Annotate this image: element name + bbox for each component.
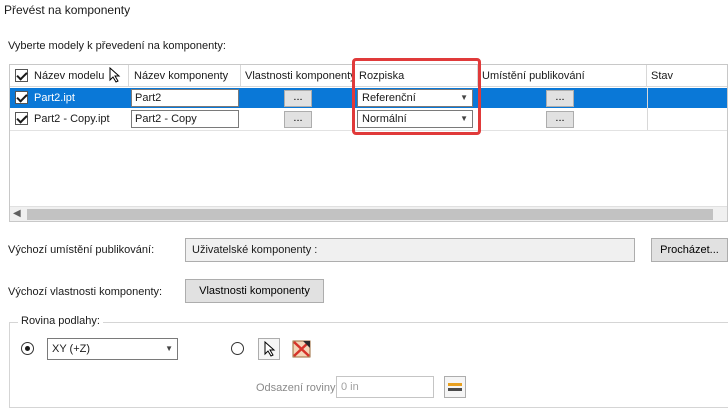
col-component-name[interactable]: Název komponenty: [130, 65, 241, 87]
row-checkbox[interactable]: [15, 112, 28, 125]
measure-button[interactable]: [444, 376, 466, 398]
publish-location-button[interactable]: ...: [546, 111, 574, 128]
column-divider: [647, 88, 648, 130]
col-status[interactable]: Stav: [647, 65, 728, 87]
offset-input[interactable]: 0 in: [336, 376, 434, 398]
offset-label: Odsazení roviny: [256, 382, 336, 394]
measure-icon: [448, 383, 462, 391]
cursor-icon: [109, 67, 121, 83]
component-props-button[interactable]: ...: [284, 111, 312, 128]
component-props-label: Výchozí vlastnosti komponenty:: [8, 286, 163, 298]
cursor-icon: [264, 340, 276, 357]
col-publish-location[interactable]: Umístění publikování: [478, 65, 647, 87]
plane-select[interactable]: XY (+Z) ▼: [47, 338, 178, 360]
publish-location-label: Výchozí umístění publikování:: [8, 244, 155, 256]
flip-plane-icon: [292, 340, 311, 358]
plane-preset-radio[interactable]: [21, 342, 34, 355]
dialog-subtitle: Vyberte modely k převedení na komponenty…: [8, 40, 226, 52]
component-name-input[interactable]: Part2 - Copy: [131, 110, 239, 128]
publish-location-button[interactable]: ...: [546, 90, 574, 107]
floor-plane-label: Rovina podlahy:: [18, 315, 103, 327]
highlight-box: [352, 58, 481, 135]
component-name-input[interactable]: Part2: [131, 89, 239, 107]
scroll-thumb[interactable]: [27, 209, 713, 220]
component-props-default-button[interactable]: Vlastnosti komponenty: [185, 279, 324, 303]
col-model-name[interactable]: Název modelu: [10, 65, 129, 87]
browse-button[interactable]: Procházet...: [651, 238, 728, 262]
pick-plane-button[interactable]: [258, 338, 280, 360]
component-props-button[interactable]: ...: [284, 90, 312, 107]
horizontal-scrollbar[interactable]: ◀: [10, 206, 727, 221]
plane-custom-radio[interactable]: [231, 342, 244, 355]
chevron-down-icon: ▼: [165, 344, 173, 353]
select-all-checkbox[interactable]: [15, 69, 28, 82]
scroll-left-icon[interactable]: ◀: [13, 208, 21, 219]
row-checkbox[interactable]: [15, 91, 28, 104]
col-component-props[interactable]: Vlastnosti komponenty: [241, 65, 355, 87]
flip-plane-button[interactable]: [291, 338, 313, 360]
model-name: Part2.ipt: [34, 92, 75, 104]
publish-location-field[interactable]: Uživatelské komponenty :: [185, 238, 635, 262]
dialog-title: Převést na komponenty: [4, 3, 131, 17]
model-name: Part2 - Copy.ipt: [34, 113, 110, 125]
